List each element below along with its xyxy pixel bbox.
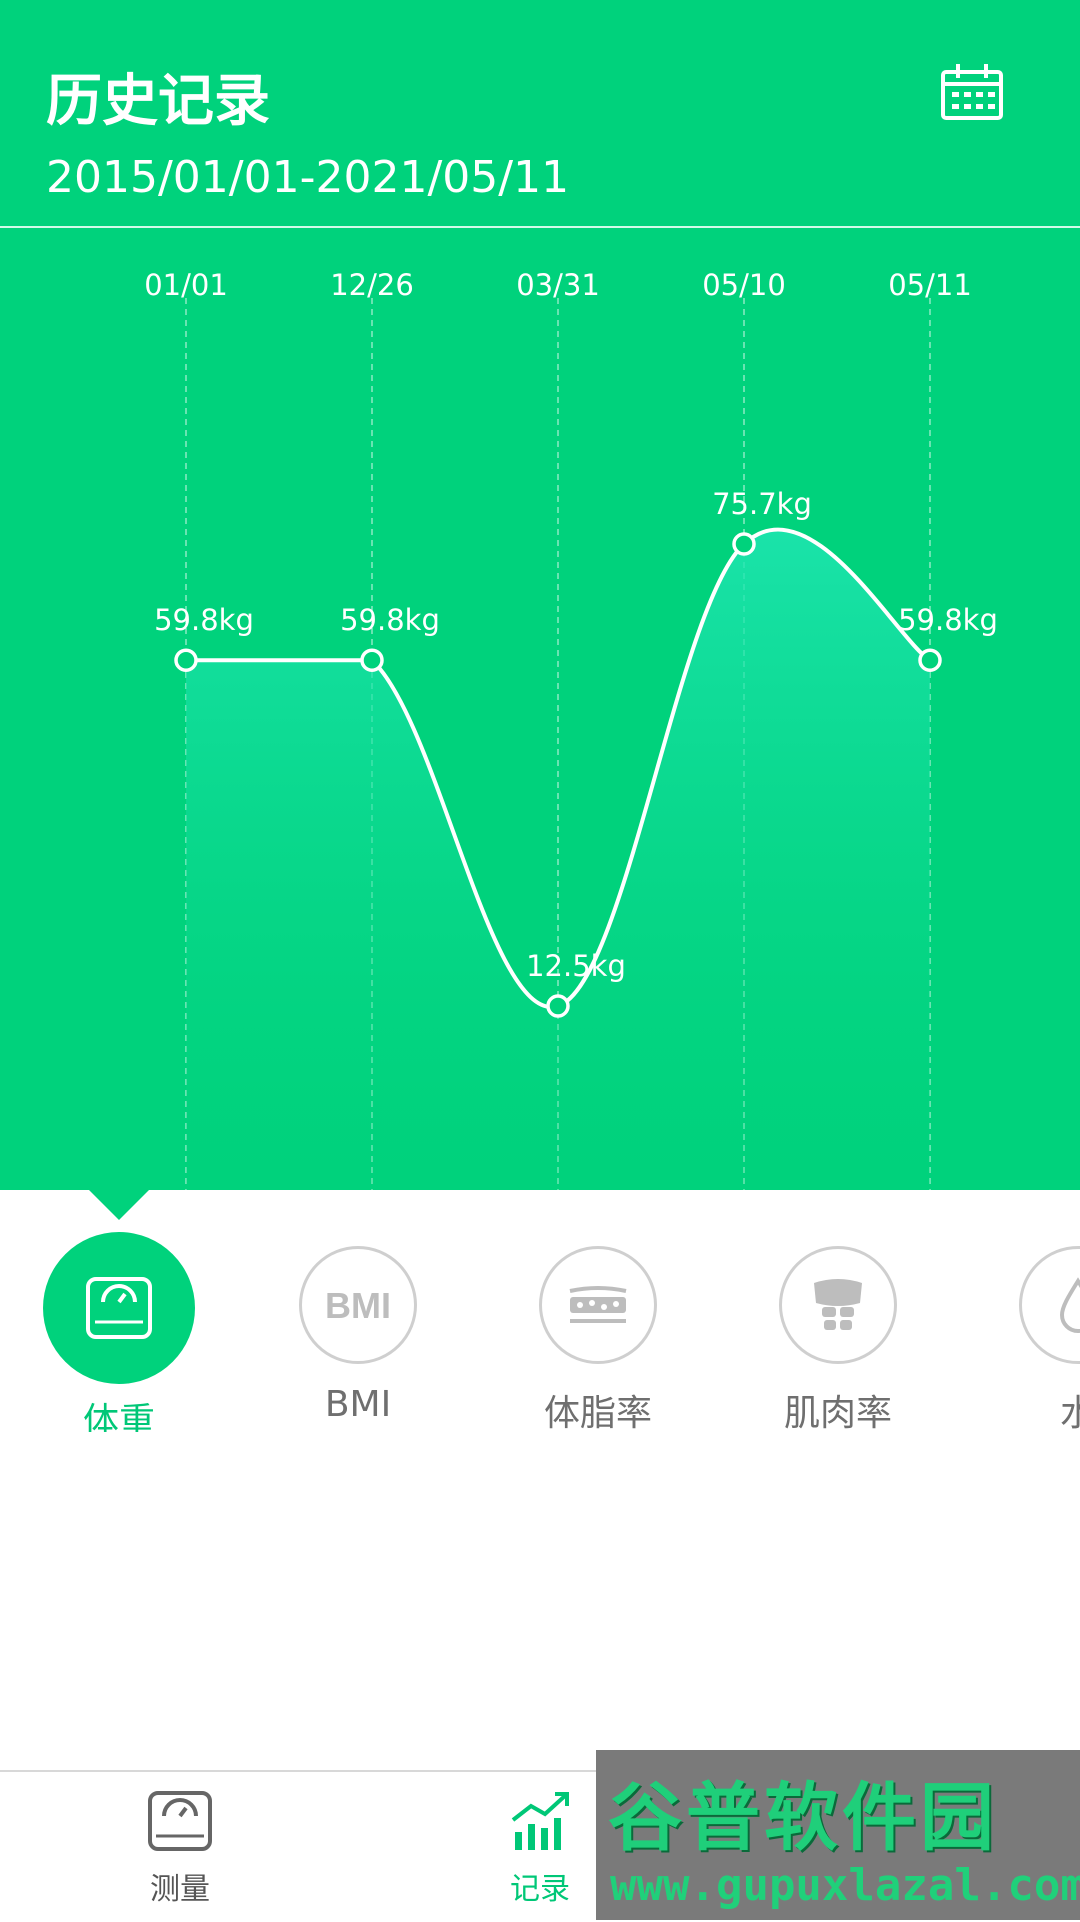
watermark-overlay: 谷普软件园 www.gupuxlazal.com bbox=[596, 1750, 1080, 1920]
metric-tab-water[interactable]: 水 bbox=[998, 1246, 1080, 1432]
metric-label: 体重 bbox=[82, 1401, 155, 1432]
data-point[interactable] bbox=[918, 648, 942, 672]
page-title: 历史记录 bbox=[46, 69, 270, 134]
x-tick-label: 12/26 bbox=[330, 268, 414, 302]
watermark-title: 谷普软件园 bbox=[608, 1775, 998, 1861]
metric-tab-muscle[interactable]: 肌肉率 bbox=[758, 1246, 918, 1432]
x-tick-label: 05/11 bbox=[888, 268, 972, 302]
watermark-url: www.gupuxlazal.com bbox=[610, 1860, 1080, 1911]
metric-tab-body-fat[interactable]: 体脂率 bbox=[518, 1246, 678, 1432]
muscle-icon bbox=[814, 1279, 862, 1330]
x-tick-label: 01/01 bbox=[144, 268, 228, 302]
data-label: 75.7kg bbox=[712, 487, 812, 521]
metric-label: 水 bbox=[1059, 1393, 1080, 1432]
header: 历史记录 2015/01/01-2021/05/11 bbox=[0, 0, 1080, 228]
x-tick-label: 03/31 bbox=[516, 268, 600, 302]
data-label: 12.5kg bbox=[526, 949, 626, 983]
calendar-button[interactable] bbox=[940, 62, 1004, 122]
data-point[interactable] bbox=[546, 994, 570, 1018]
data-label: 59.8kg bbox=[898, 603, 998, 637]
body-fat-icon bbox=[569, 1286, 627, 1323]
metric-tab-bmi[interactable]: BMI BMI bbox=[278, 1246, 438, 1425]
date-range: 2015/01/01-2021/05/11 bbox=[46, 152, 570, 203]
data-point[interactable] bbox=[174, 648, 198, 672]
water-drop-icon bbox=[1059, 1277, 1080, 1333]
data-label: 59.8kg bbox=[340, 603, 440, 637]
metric-tabs: 体重 BMI BMI 体脂率 肌肉率 水 bbox=[0, 1232, 1080, 1432]
x-tick-label: 05/10 bbox=[702, 268, 786, 302]
active-metric-pointer bbox=[87, 1188, 151, 1220]
svg-text:BMI: BMI bbox=[325, 1285, 391, 1325]
metric-label: BMI bbox=[324, 1384, 392, 1425]
calendar-icon bbox=[941, 64, 1003, 120]
data-label: 59.8kg bbox=[154, 603, 254, 637]
scale-icon bbox=[148, 1791, 212, 1851]
scale-icon bbox=[86, 1277, 152, 1339]
trend-chart-icon bbox=[511, 1792, 569, 1850]
metric-label: 肌肉率 bbox=[783, 1393, 892, 1432]
metric-label: 体脂率 bbox=[543, 1393, 652, 1432]
bmi-icon: BMI bbox=[325, 1285, 391, 1325]
chart-svg: 01/01 12/26 03/31 05/10 05/11 59.8kg 59.8kg 12… bbox=[144, 268, 998, 1190]
nav-label: 测量 bbox=[150, 1872, 210, 1907]
weight-chart: 01/01 12/26 03/31 05/10 05/11 59.8kg 59.8kg 12… bbox=[0, 228, 1080, 1190]
data-point[interactable] bbox=[732, 532, 756, 556]
nav-measure[interactable]: 测量 bbox=[100, 1790, 260, 1908]
metric-tab-weight[interactable]: 体重 bbox=[39, 1232, 199, 1432]
data-point[interactable] bbox=[360, 648, 384, 672]
